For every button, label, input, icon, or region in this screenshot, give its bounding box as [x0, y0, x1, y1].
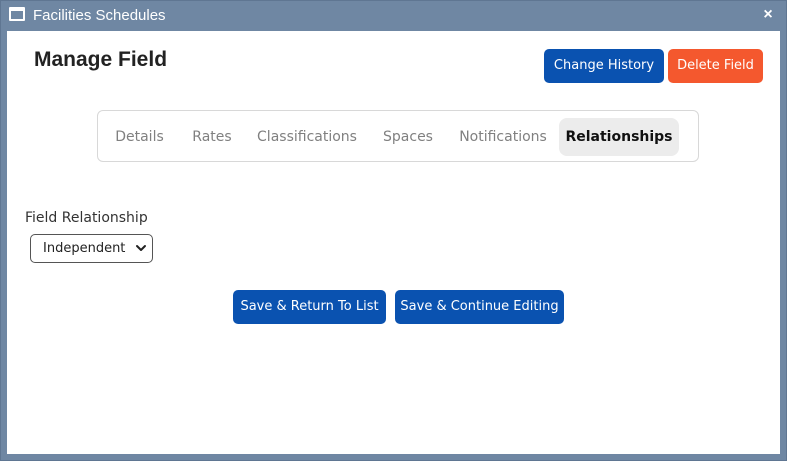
- change-history-button[interactable]: Change History: [544, 49, 664, 83]
- tab-relationships[interactable]: Relationships: [559, 118, 679, 156]
- tab-bar: Details Rates Classifications Spaces Not…: [97, 110, 699, 162]
- tab-rates[interactable]: Rates: [183, 118, 241, 156]
- field-relationship-select[interactable]: Independent: [30, 234, 153, 263]
- window-icon: [9, 7, 25, 21]
- dialog-window: Facilities Schedules × Manage Field Chan…: [0, 0, 787, 461]
- tab-classifications[interactable]: Classifications: [253, 118, 361, 156]
- close-icon[interactable]: ×: [760, 5, 776, 25]
- save-return-button[interactable]: Save & Return To List: [233, 290, 386, 324]
- save-continue-button[interactable]: Save & Continue Editing: [395, 290, 564, 324]
- dialog-content: Manage Field Change History Delete Field…: [7, 31, 780, 454]
- chevron-down-icon: [136, 245, 146, 251]
- tab-spaces[interactable]: Spaces: [374, 118, 442, 156]
- field-relationship-label: Field Relationship: [25, 210, 148, 226]
- window-titlebar[interactable]: Facilities Schedules ×: [1, 1, 786, 31]
- field-relationship-value: Independent: [43, 241, 126, 256]
- page-title: Manage Field: [34, 48, 168, 71]
- tab-details[interactable]: Details: [108, 118, 171, 156]
- tab-notifications[interactable]: Notifications: [454, 118, 552, 156]
- delete-field-button[interactable]: Delete Field: [668, 49, 763, 83]
- window-title: Facilities Schedules: [33, 7, 166, 24]
